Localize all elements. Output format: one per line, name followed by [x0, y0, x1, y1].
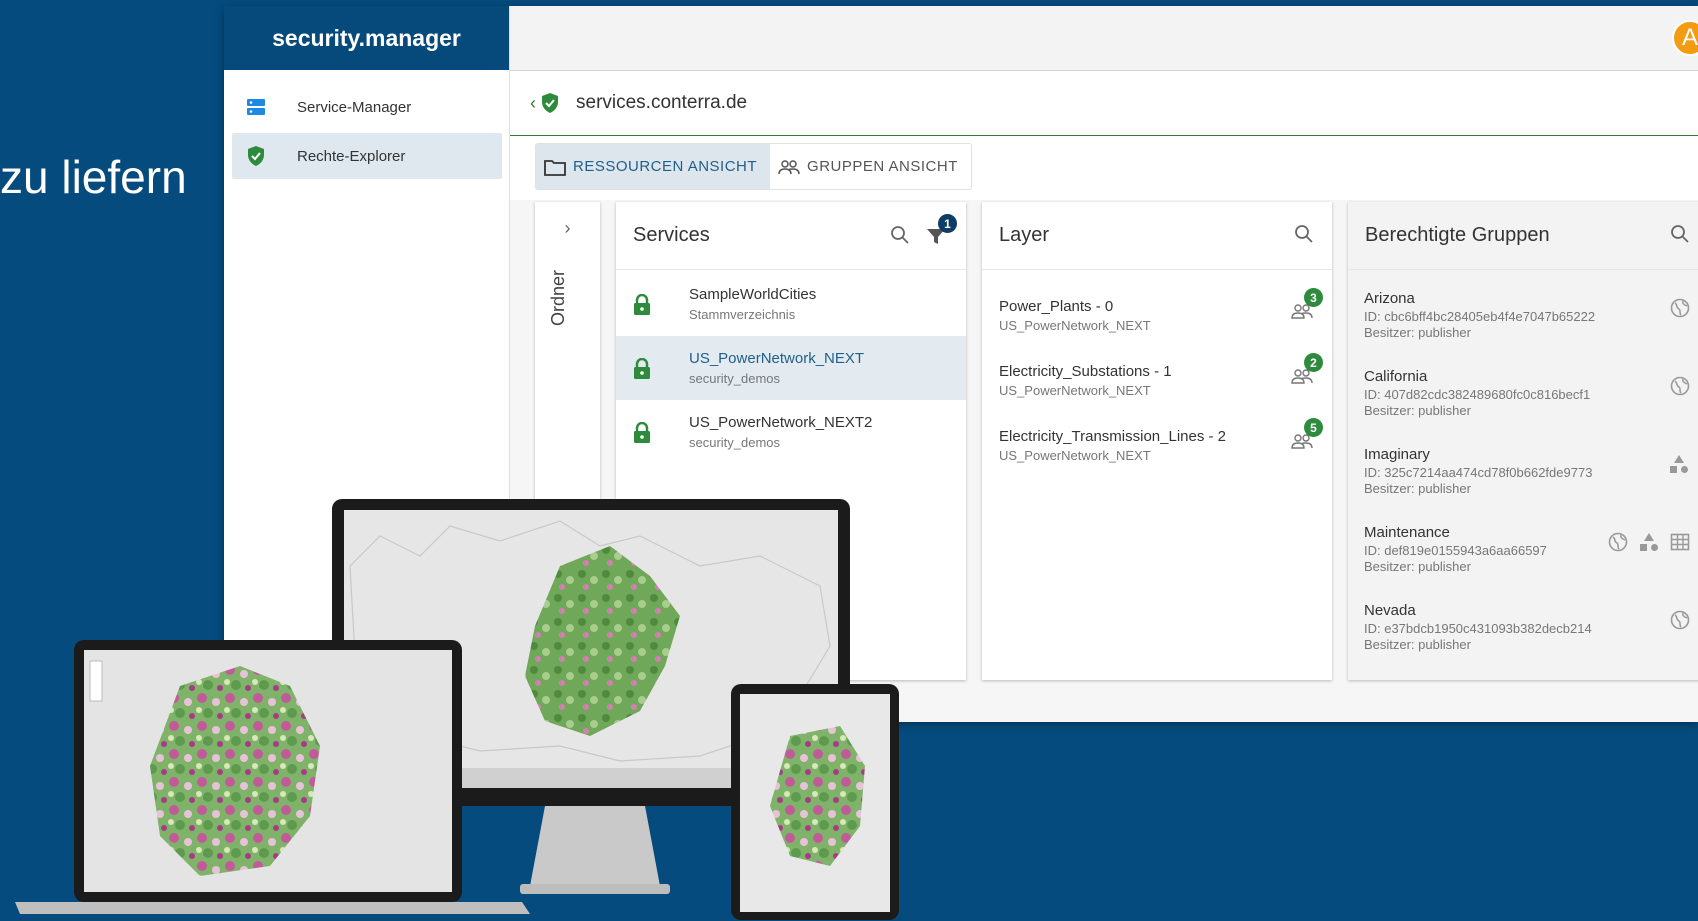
- globe-icon: [1608, 532, 1628, 552]
- search-icon[interactable]: [1670, 224, 1690, 244]
- shapes-icon: [1670, 455, 1688, 473]
- avatar[interactable]: A: [1672, 20, 1698, 56]
- services-title: Services: [633, 224, 710, 246]
- shapes-icon: [1640, 533, 1658, 551]
- list-item[interactable]: Power_Plants - 0 US_PowerNetwork_NEXT 3: [982, 288, 1332, 348]
- folder-icon: [544, 158, 566, 176]
- layer-panel: Layer Power_Plants - 0 US_PowerNetwork_N…: [982, 202, 1332, 680]
- groups-button[interactable]: 3: [1290, 288, 1323, 324]
- list-item[interactable]: California ID: 407d82cdc382489680fc0c816…: [1348, 364, 1698, 434]
- tab-ressourcen-ansicht[interactable]: RESSOURCEN ANSICHT: [536, 144, 771, 189]
- tab-gruppen-ansicht[interactable]: GRUPPEN ANSICHT: [770, 144, 971, 189]
- sidebar-item-service-manager[interactable]: Service-Manager: [232, 84, 502, 130]
- search-icon[interactable]: [1294, 224, 1314, 244]
- lock-icon: [634, 422, 650, 443]
- groups-icon: [778, 159, 800, 175]
- list-item[interactable]: Imaginary ID: 325c7214aa474cd78f0b662fde…: [1348, 442, 1698, 512]
- sidebar-item-rechte-explorer[interactable]: Rechte-Explorer: [232, 133, 502, 179]
- list-item[interactable]: Arizona ID: cbc6bff4bc28405eb4f4e7047b65…: [1348, 286, 1698, 356]
- lock-icon: [634, 358, 650, 379]
- group-count-badge: 3: [1304, 288, 1323, 307]
- chevron-left-icon: ‹: [530, 92, 536, 113]
- group-count-badge: 2: [1304, 353, 1323, 372]
- app-brand: security.manager: [224, 6, 509, 70]
- groups-button[interactable]: 5: [1290, 418, 1323, 454]
- sidebar-item-label: Service-Manager: [297, 98, 412, 116]
- folder-panel-label: Ordner: [548, 269, 568, 326]
- filter-count-badge: 1: [938, 214, 957, 233]
- groups-title: Berechtigte Gruppen: [1365, 224, 1550, 246]
- shield-icon: [243, 143, 269, 169]
- shield-icon: [542, 93, 558, 113]
- top-bar: A: [510, 6, 1698, 71]
- server-icon: [243, 94, 269, 120]
- layer-title: Layer: [999, 224, 1050, 246]
- lock-icon: [634, 294, 650, 315]
- slide-heading: zu liefern: [0, 151, 187, 203]
- groups-button[interactable]: 2: [1290, 353, 1323, 389]
- group-count-badge: 5: [1304, 418, 1323, 437]
- globe-icon: [1670, 376, 1690, 396]
- service-url: services.conterra.de: [576, 92, 748, 113]
- view-toggle: RESSOURCEN ANSICHT GRUPPEN ANSICHT: [535, 143, 972, 190]
- filter-button[interactable]: 1: [926, 214, 957, 246]
- list-item[interactable]: Nevada ID: e37bdcb1950c431093b382decb214…: [1348, 598, 1698, 668]
- table-icon: [1670, 533, 1690, 551]
- search-icon[interactable]: [890, 225, 910, 245]
- groups-panel: Berechtigte Gruppen Arizona ID: cbc6bff4…: [1348, 202, 1698, 680]
- list-item[interactable]: US_PowerNetwork_NEXT security_demos: [616, 336, 966, 400]
- laptop: [15, 640, 530, 914]
- list-item[interactable]: Maintenance ID: def819e0155943a6aa66597 …: [1348, 520, 1698, 590]
- tablet: [731, 684, 899, 920]
- back-button[interactable]: ‹: [530, 92, 560, 114]
- globe-icon: [1670, 298, 1690, 318]
- sidebar-item-label: Rechte-Explorer: [297, 147, 406, 165]
- chevron-right-icon[interactable]: ›: [535, 218, 600, 239]
- list-item[interactable]: US_PowerNetwork_NEXT2 security_demos: [616, 400, 966, 464]
- globe-icon: [1670, 610, 1690, 630]
- list-item[interactable]: Electricity_Substations - 1 US_PowerNetw…: [982, 353, 1332, 413]
- service-url-bar: ‹ services.conterra.de: [510, 71, 1698, 136]
- devices-illustration: [15, 499, 899, 920]
- list-item[interactable]: SampleWorldCities Stammverzeichnis: [616, 272, 966, 336]
- list-item[interactable]: Electricity_Transmission_Lines - 2 US_Po…: [982, 418, 1332, 478]
